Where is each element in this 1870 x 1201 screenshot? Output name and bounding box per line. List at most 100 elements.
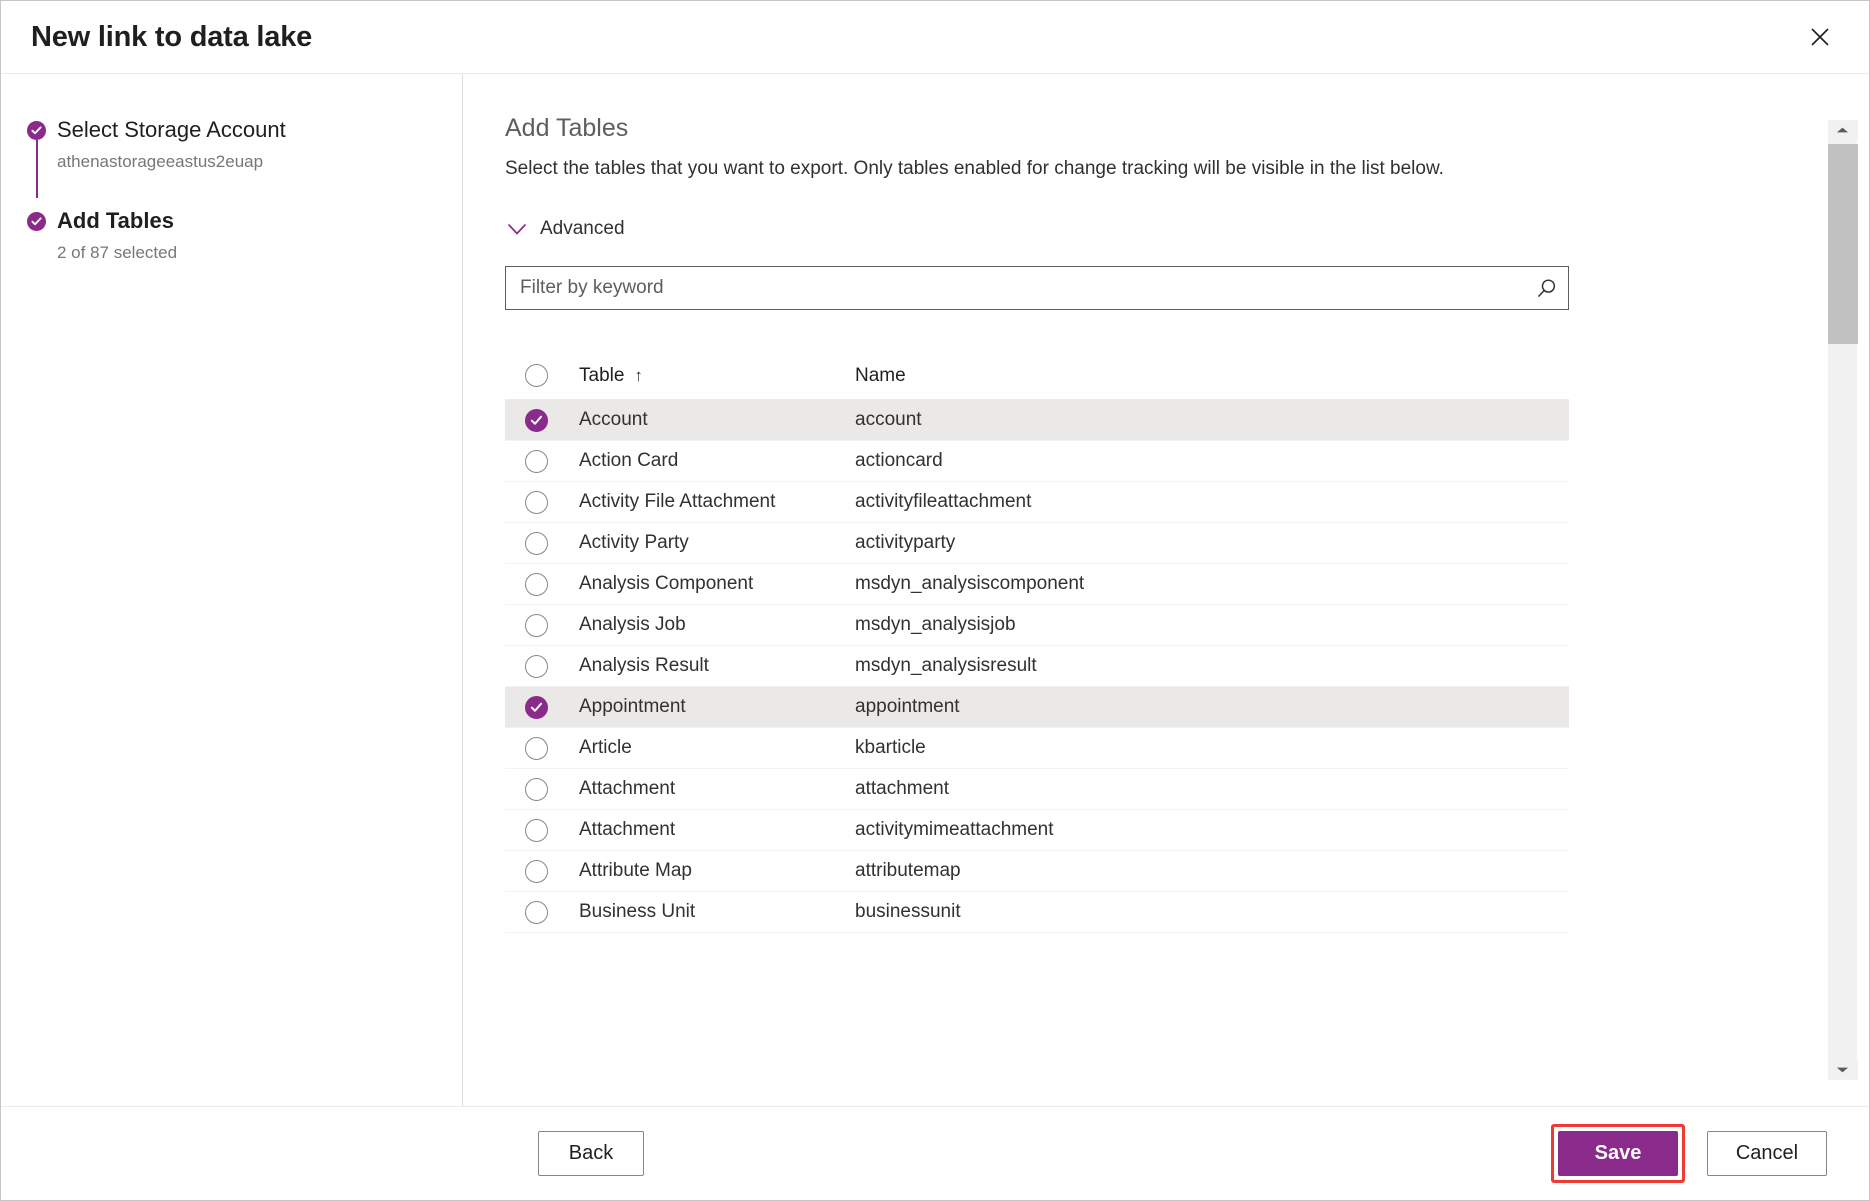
table-row[interactable]: Attribute Mapattributemap — [505, 851, 1569, 892]
row-checkbox[interactable] — [525, 532, 548, 555]
chevron-down-icon — [1836, 1061, 1849, 1079]
select-all-checkbox[interactable] — [525, 364, 548, 387]
column-header-name[interactable]: Name — [855, 365, 1569, 387]
wizard-step-add-tables[interactable]: Add Tables 2 of 87 selected — [27, 207, 462, 264]
table-row[interactable]: Analysis Jobmsdyn_analysisjob — [505, 605, 1569, 646]
row-checkbox-checked[interactable] — [525, 409, 548, 432]
scrollbar-track[interactable] — [1828, 140, 1858, 1060]
advanced-label: Advanced — [540, 218, 625, 240]
scroll-down-button[interactable] — [1828, 1060, 1858, 1080]
row-select-cell[interactable] — [505, 860, 579, 883]
row-checkbox[interactable] — [525, 819, 548, 842]
column-header-table-label: Table — [579, 365, 624, 386]
row-select-cell[interactable] — [505, 819, 579, 842]
chevron-down-icon — [507, 223, 527, 236]
row-name-label: account — [855, 409, 1569, 431]
table-row[interactable]: Appointmentappointment — [505, 687, 1569, 728]
row-checkbox[interactable] — [525, 860, 548, 883]
table-row[interactable]: Analysis Resultmsdyn_analysisresult — [505, 646, 1569, 687]
wizard-step-connector — [36, 140, 38, 198]
scrollbar-thumb[interactable] — [1828, 144, 1858, 344]
table-row[interactable]: Activity File Attachmentactivityfileatta… — [505, 482, 1569, 523]
row-select-cell[interactable] — [505, 655, 579, 678]
scroll-up-button[interactable] — [1828, 120, 1858, 140]
table-row[interactable]: Analysis Componentmsdyn_analysiscomponen… — [505, 564, 1569, 605]
row-select-cell[interactable] — [505, 737, 579, 760]
chevron-up-icon — [1836, 121, 1849, 139]
table-row[interactable]: Articlekbarticle — [505, 728, 1569, 769]
row-table-label: Activity Party — [579, 532, 855, 554]
row-checkbox[interactable] — [525, 450, 548, 473]
select-all-cell[interactable] — [505, 364, 579, 387]
column-header-name-label: Name — [855, 365, 906, 386]
search-input[interactable] — [506, 267, 1524, 309]
row-table-label: Attachment — [579, 819, 855, 841]
wizard-step-title: Add Tables — [57, 207, 462, 235]
save-button-highlight: Save — [1551, 1124, 1685, 1183]
wizard-step-select-storage-account[interactable]: Select Storage Account athenastorageeast… — [27, 116, 462, 173]
footer-right-actions: Save Cancel — [1551, 1124, 1827, 1183]
row-table-label: Analysis Component — [579, 573, 855, 595]
row-select-cell[interactable] — [505, 778, 579, 801]
row-select-cell[interactable] — [505, 573, 579, 596]
wizard-rail: Select Storage Account athenastorageeast… — [1, 74, 463, 1106]
search-button[interactable] — [1524, 267, 1568, 309]
row-select-cell[interactable] — [505, 614, 579, 637]
check-circle-icon — [27, 121, 46, 140]
table-rows-container: AccountaccountAction CardactioncardActiv… — [505, 400, 1569, 933]
wizard-step-title: Select Storage Account — [57, 116, 462, 144]
tables-list: Table↑ Name AccountaccountAction Cardact… — [505, 352, 1569, 933]
table-row[interactable]: Action Cardactioncard — [505, 441, 1569, 482]
row-name-label: msdyn_analysisjob — [855, 614, 1569, 636]
table-row[interactable]: Business Unitbusinessunit — [505, 892, 1569, 933]
row-select-cell[interactable] — [505, 409, 579, 432]
row-checkbox-checked[interactable] — [525, 696, 548, 719]
table-row[interactable]: Accountaccount — [505, 400, 1569, 441]
row-select-cell[interactable] — [505, 696, 579, 719]
row-select-cell[interactable] — [505, 901, 579, 924]
row-name-label: kbarticle — [855, 737, 1569, 759]
save-button[interactable]: Save — [1558, 1131, 1678, 1176]
close-button[interactable] — [1797, 14, 1843, 60]
advanced-toggle[interactable]: Advanced — [507, 218, 625, 240]
row-checkbox[interactable] — [525, 491, 548, 514]
sort-ascending-icon: ↑ — [634, 366, 643, 385]
vertical-scrollbar[interactable] — [1827, 120, 1857, 1080]
row-name-label: attributemap — [855, 860, 1569, 882]
dialog-title: New link to data lake — [31, 21, 1797, 54]
table-header-row: Table ↑ Name — [505, 352, 1569, 400]
wizard-steps: Select Storage Account athenastorageeast… — [1, 116, 462, 264]
table-row[interactable]: Attachmentactivitymimeattachment — [505, 810, 1569, 851]
row-name-label: activitymimeattachment — [855, 819, 1569, 841]
row-checkbox[interactable] — [525, 901, 548, 924]
row-checkbox[interactable] — [525, 614, 548, 637]
row-table-label: Attribute Map — [579, 860, 855, 882]
row-select-cell[interactable] — [505, 491, 579, 514]
new-link-dialog: New link to data lake Select — [0, 0, 1870, 1201]
back-button[interactable]: Back — [538, 1131, 644, 1176]
row-checkbox[interactable] — [525, 655, 548, 678]
cancel-button[interactable]: Cancel — [1707, 1131, 1827, 1176]
row-checkbox[interactable] — [525, 573, 548, 596]
row-name-label: msdyn_analysiscomponent — [855, 573, 1569, 595]
filter-search-box[interactable] — [505, 266, 1569, 310]
table-row[interactable]: Attachmentattachment — [505, 769, 1569, 810]
column-header-table[interactable]: Table ↑ — [579, 365, 855, 387]
dialog-footer: Back Save Cancel — [1, 1106, 1869, 1200]
row-checkbox[interactable] — [525, 778, 548, 801]
page-description: Select the tables that you want to expor… — [505, 156, 1869, 182]
table-row[interactable]: Activity Partyactivityparty — [505, 523, 1569, 564]
row-table-label: Analysis Result — [579, 655, 855, 677]
row-select-cell[interactable] — [505, 450, 579, 473]
row-table-label: Account — [579, 409, 855, 431]
check-circle-icon — [27, 212, 46, 231]
dialog-titlebar: New link to data lake — [1, 1, 1869, 73]
row-name-label: attachment — [855, 778, 1569, 800]
row-name-label: appointment — [855, 696, 1569, 718]
wizard-step-subtitle: athenastorageeastus2euap — [57, 151, 462, 173]
row-name-label: activityfileattachment — [855, 491, 1569, 513]
row-select-cell[interactable] — [505, 532, 579, 555]
main-panel: Add Tables Select the tables that you wa… — [463, 74, 1869, 1106]
row-checkbox[interactable] — [525, 737, 548, 760]
row-table-label: Attachment — [579, 778, 855, 800]
